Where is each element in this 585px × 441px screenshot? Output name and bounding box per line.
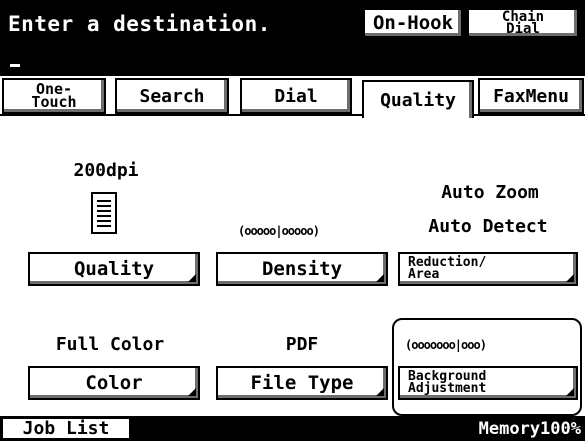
tab-fax-menu[interactable]: FaxMenu: [478, 78, 584, 114]
quality-button[interactable]: Quality: [28, 252, 200, 286]
chain-dial-button[interactable]: Chain Dial: [467, 8, 579, 38]
density-meter: (ooooo|ooooo): [238, 224, 320, 238]
background-adjustment-button[interactable]: Background Adjustment: [398, 366, 578, 400]
tab-one-touch[interactable]: One- Touch: [2, 78, 106, 114]
background-meter: (ooooooo|ooo): [405, 338, 487, 352]
destination-prompt: Enter a destination.: [8, 12, 271, 36]
chain-dial-label-2: Dial: [506, 21, 540, 37]
background-label-2: Adjustment: [408, 381, 487, 396]
tab-search[interactable]: Search: [115, 78, 229, 114]
tab-quality[interactable]: Quality: [362, 80, 474, 118]
file-format-value: PDF: [285, 334, 319, 355]
density-button[interactable]: Density: [216, 252, 388, 286]
text-cursor: [10, 64, 20, 67]
document-icon: [91, 192, 117, 234]
color-mode-value: Full Color: [55, 334, 165, 355]
reduction-label-2: Area: [408, 267, 440, 282]
on-hook-button[interactable]: On-Hook: [363, 8, 463, 38]
memory-status: Memory100%: [478, 419, 581, 439]
zoom-value: Auto Zoom: [441, 182, 539, 203]
tab-divider: [0, 114, 585, 116]
color-button[interactable]: Color: [28, 366, 200, 400]
job-list-button[interactable]: Job List: [1, 417, 131, 440]
file-type-button[interactable]: File Type: [216, 366, 388, 400]
resolution-value: 200dpi: [73, 160, 139, 181]
detect-value: Auto Detect: [428, 216, 548, 237]
tab-one-touch-label-2: Touch: [31, 93, 77, 111]
reduction-area-button[interactable]: Reduction/ Area: [398, 252, 578, 286]
tab-dial[interactable]: Dial: [240, 78, 352, 114]
